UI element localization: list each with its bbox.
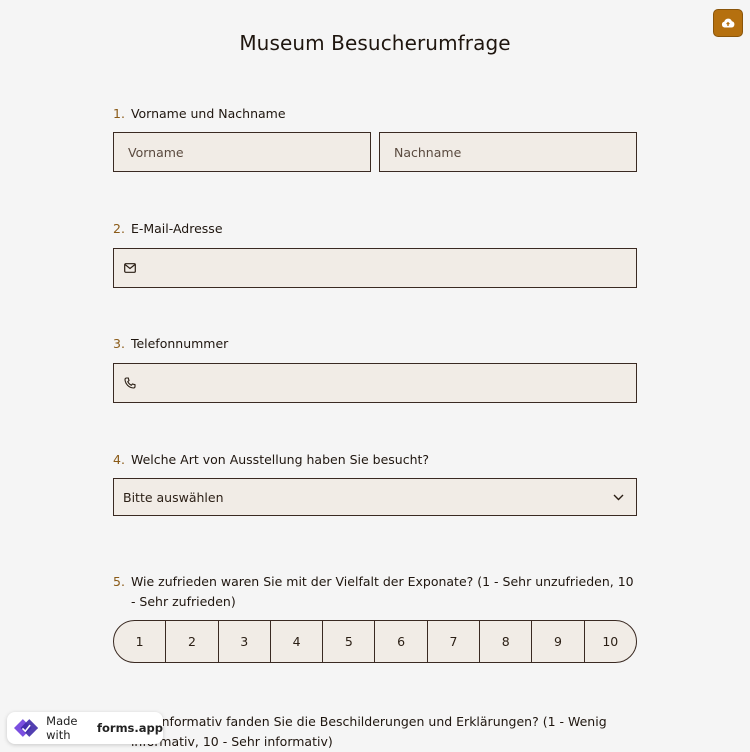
question-text: Vorname und Nachname	[130, 106, 286, 121]
exhibition-select[interactable]: Bitte auswählen	[113, 478, 637, 516]
rating-option-3[interactable]: 3	[219, 621, 271, 662]
first-name-placeholder: Vorname	[128, 144, 184, 160]
question-label: 2. E-Mail-Adresse	[113, 219, 637, 239]
select-value: Bitte auswählen	[123, 489, 224, 505]
made-with-forms-app-badge[interactable]: Made with forms.app	[7, 712, 163, 744]
rating-option-10[interactable]: 10	[585, 621, 636, 662]
question-text: Welche Art von Ausstellung haben Sie bes…	[130, 452, 430, 467]
question-number: 3.	[113, 336, 125, 351]
question-label: 4. Welche Art von Ausstellung haben Sie …	[113, 450, 637, 470]
badge-prefix: Made with	[46, 714, 78, 742]
question-text: Wie zufrieden waren Sie mit der Vielfalt…	[130, 574, 634, 609]
question-label: 3. Telefonnummer	[113, 334, 637, 354]
question-label: 1. Vorname und Nachname	[113, 104, 637, 124]
question-text: E-Mail-Adresse	[130, 221, 223, 236]
badge-brand: forms.app	[97, 721, 163, 735]
question-number: 5.	[113, 574, 125, 589]
question-number: 1.	[113, 106, 125, 121]
question-variety-rating: 5. Wie zufrieden waren Sie mit der Vielf…	[113, 572, 637, 663]
question-signage-rating: 6. Wie informativ fanden Sie die Beschil…	[113, 712, 637, 752]
last-name-placeholder: Nachname	[394, 144, 462, 160]
forms-app-logo-icon	[14, 719, 39, 737]
question-number: 4.	[113, 452, 125, 467]
rating-option-7[interactable]: 7	[428, 621, 481, 662]
cloud-upload-icon	[721, 18, 735, 28]
chevron-down-icon	[613, 494, 624, 500]
question-email: 2. E-Mail-Adresse	[113, 219, 637, 288]
question-exhibition: 4. Welche Art von Ausstellung haben Sie …	[113, 450, 637, 516]
phone-input[interactable]	[113, 363, 637, 403]
question-text: Wie informativ fanden Sie die Beschilder…	[130, 714, 607, 749]
rating-option-8[interactable]: 8	[480, 621, 533, 662]
last-name-input[interactable]: Nachname	[379, 132, 637, 172]
rating-option-5[interactable]: 5	[323, 621, 376, 662]
question-text: Telefonnummer	[130, 336, 229, 351]
question-label: 6. Wie informativ fanden Sie die Beschil…	[113, 712, 637, 752]
question-label: 5. Wie zufrieden waren Sie mit der Vielf…	[113, 572, 637, 612]
first-name-input[interactable]: Vorname	[113, 132, 371, 172]
page-title: Museum Besucherumfrage	[239, 31, 511, 55]
question-name: 1. Vorname und Nachname Vorname Nachname	[113, 104, 637, 172]
phone-icon	[124, 377, 136, 389]
rating-option-6[interactable]: 6	[375, 621, 428, 662]
question-number: 2.	[113, 221, 125, 236]
rating-option-2[interactable]: 2	[166, 621, 219, 662]
email-input[interactable]	[113, 248, 637, 288]
rating-option-1[interactable]: 1	[114, 621, 167, 662]
envelope-icon	[124, 263, 136, 273]
question-phone: 3. Telefonnummer	[113, 334, 637, 403]
rating-option-4[interactable]: 4	[271, 621, 324, 662]
rating-option-9[interactable]: 9	[532, 621, 585, 662]
rating-scale: 1 2 3 4 5 6 7 8 9 10	[113, 620, 637, 663]
